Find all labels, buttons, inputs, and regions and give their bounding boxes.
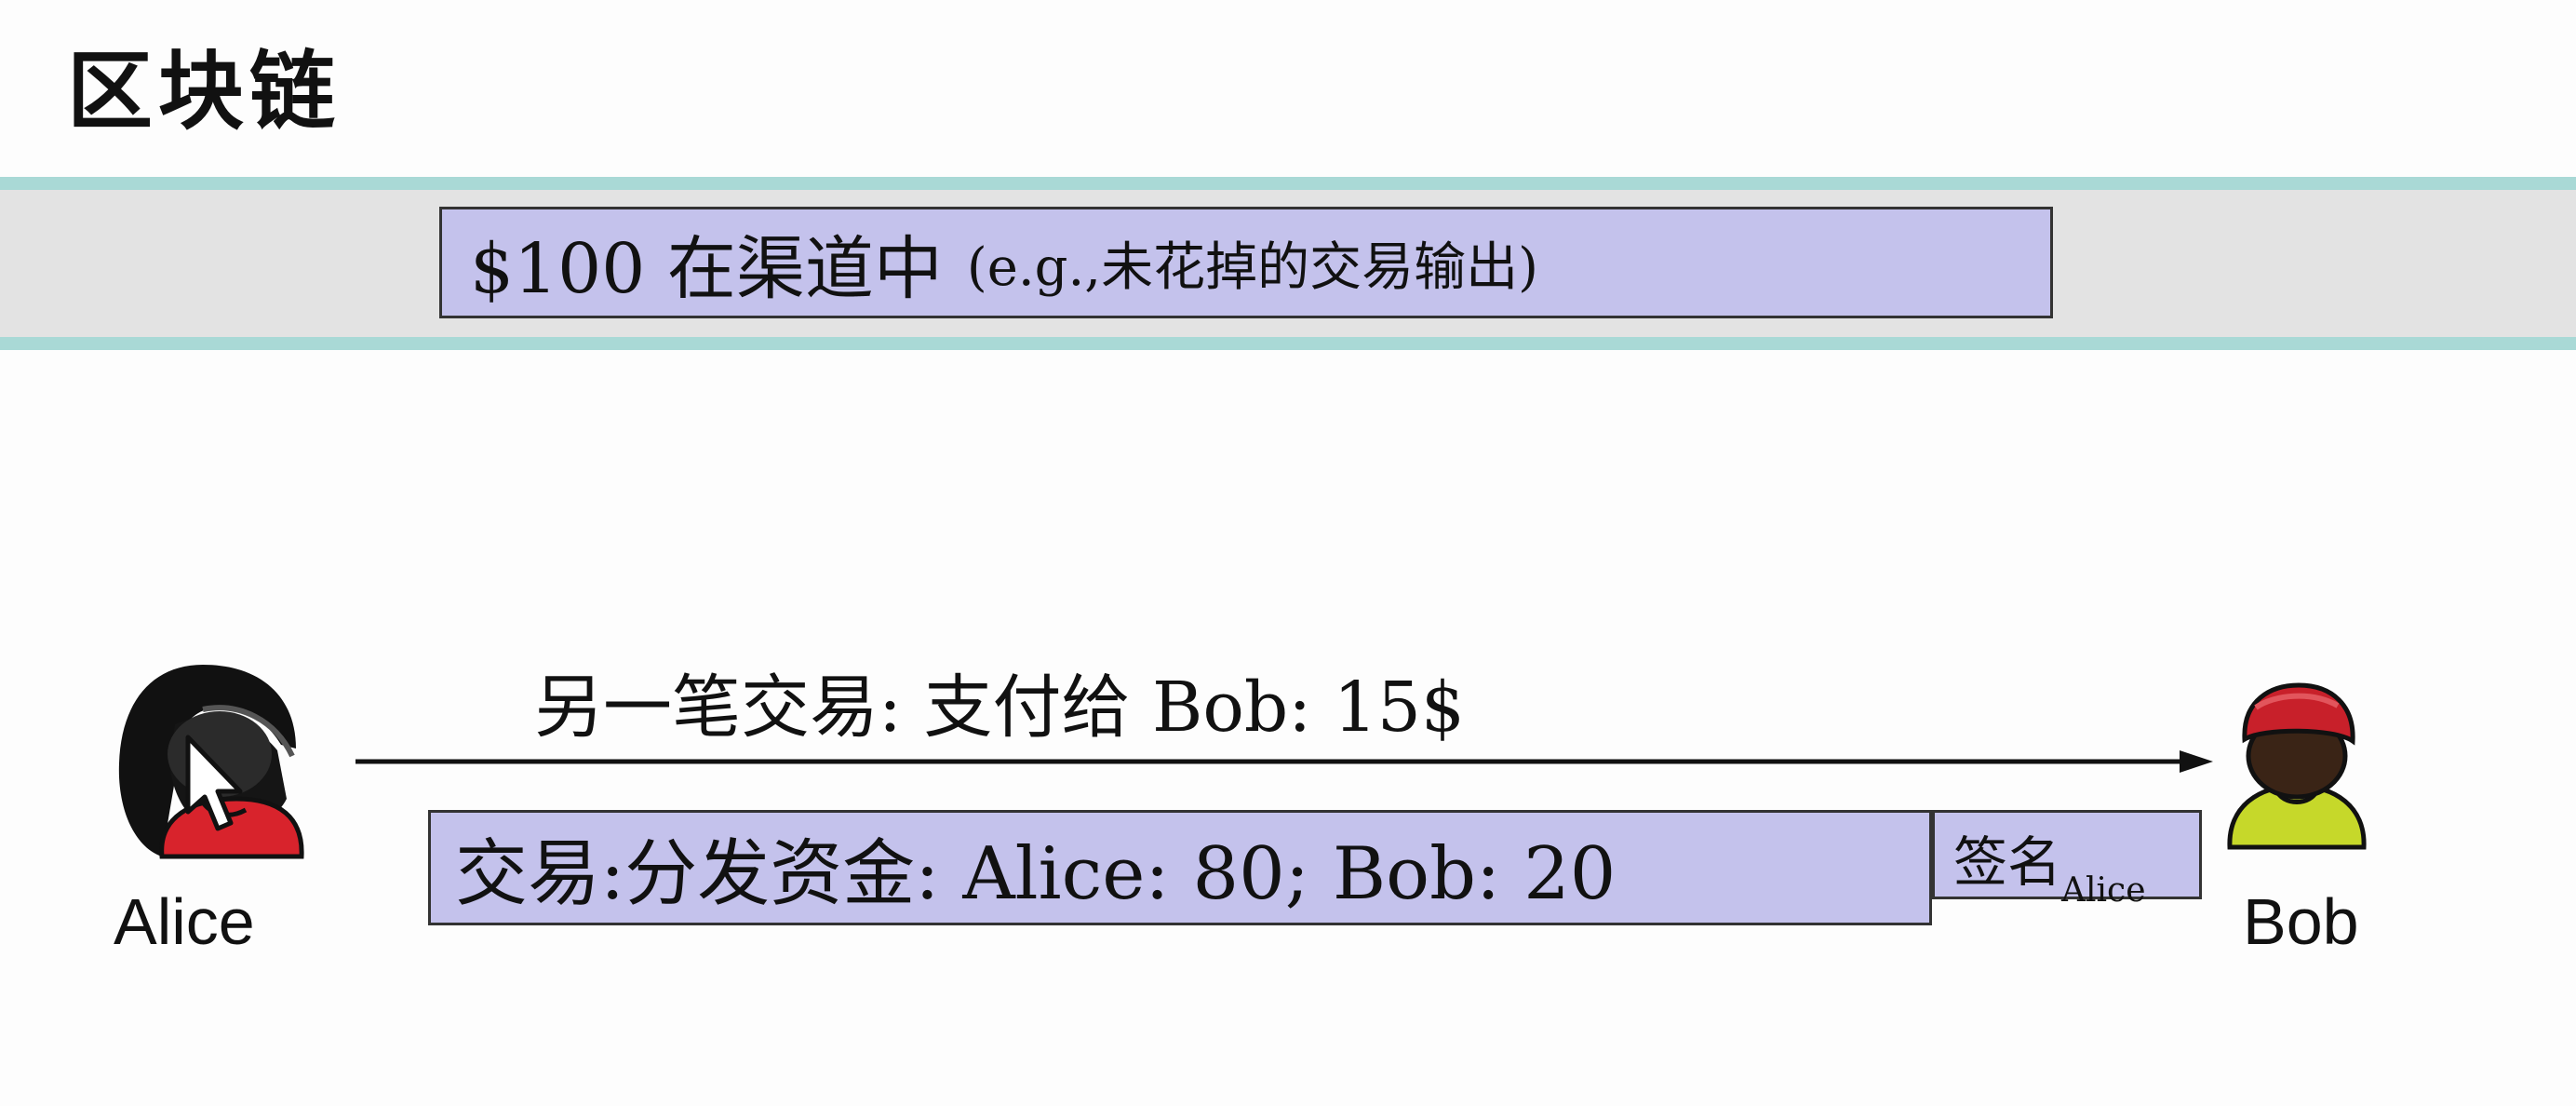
channel-note-text: (e.g.,未花掉的交易输出) xyxy=(966,236,1538,298)
band-top-line xyxy=(0,177,2576,190)
signature-label: 签名 xyxy=(1953,830,2062,894)
payment-arrow xyxy=(356,750,2213,773)
transaction-box: 交易:分发资金: Alice: 80; Bob: 20 xyxy=(428,810,1932,925)
slide-title: 区块链 xyxy=(67,41,342,142)
signature-box: 签名Alice xyxy=(1932,810,2202,910)
transaction-text: 交易:分发资金: Alice: 80; Bob: 20 xyxy=(455,832,1617,916)
bob-icon xyxy=(2227,682,2367,850)
channel-amount-text: $100 在渠道中 xyxy=(470,228,943,309)
band-bottom-line xyxy=(0,337,2576,350)
signature-subscript: Alice xyxy=(2061,871,2146,910)
bob-name: Bob xyxy=(2243,885,2359,958)
mouse-cursor-icon xyxy=(185,735,243,831)
payment-label: 另一笔交易: 支付给 Bob: 15$ xyxy=(534,668,1465,748)
alice-name: Alice xyxy=(114,885,255,958)
channel-box: $100 在渠道中 (e.g.,未花掉的交易输出) xyxy=(439,207,2053,318)
